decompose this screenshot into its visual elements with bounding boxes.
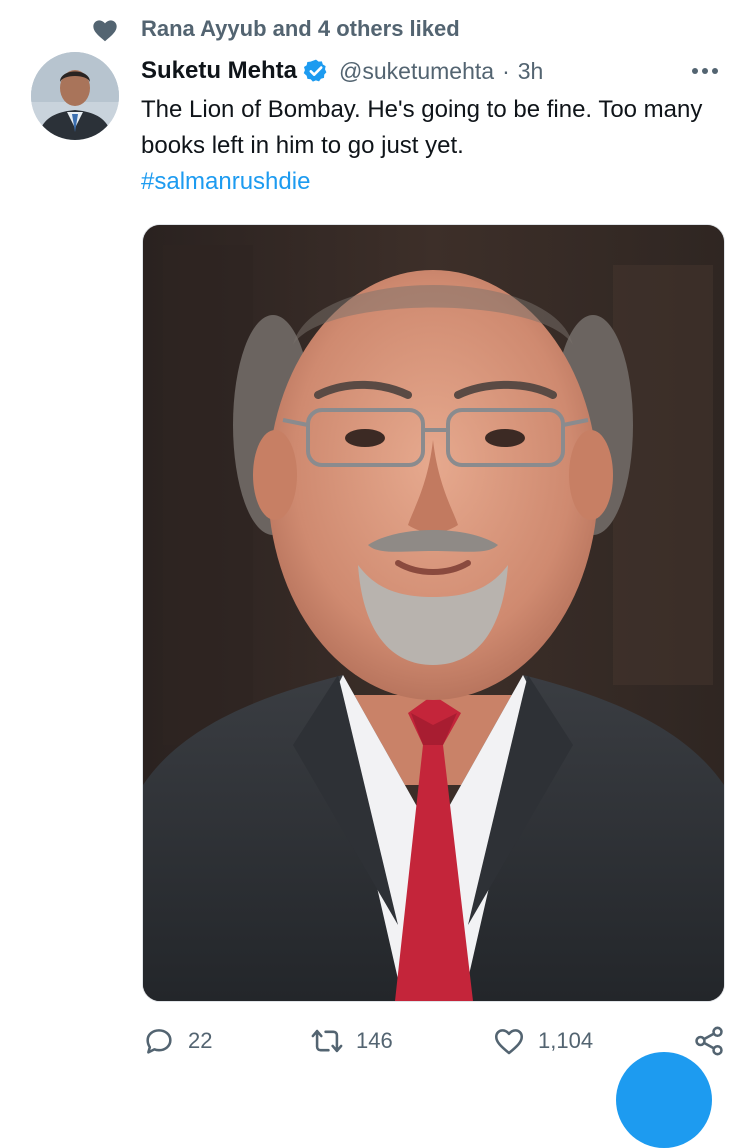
retweet-icon <box>311 1029 343 1053</box>
tweet-photo[interactable] <box>142 224 725 1002</box>
retweet-count: 146 <box>356 1028 393 1053</box>
tweet-text-block: The Lion of Bombay. He's going to be fin… <box>141 92 721 200</box>
timestamp[interactable]: 3h <box>518 58 544 85</box>
display-name[interactable]: Suketu Mehta <box>141 57 297 85</box>
share-button[interactable] <box>692 1024 726 1058</box>
tweet-text: The Lion of Bombay. He's going to be fin… <box>141 96 703 159</box>
hashtag-link[interactable]: #salmanrushdie <box>141 164 721 200</box>
avatar[interactable] <box>31 52 119 140</box>
heart-outline-icon <box>494 1029 524 1055</box>
reply-count: 22 <box>188 1028 213 1053</box>
social-context-text[interactable]: Rana Ayyub and 4 others liked <box>141 16 460 42</box>
tweet-header: Suketu Mehta @suketumehta · 3h <box>141 54 735 88</box>
separator-dot: · <box>502 57 510 84</box>
heart-icon <box>93 20 117 42</box>
verified-badge-icon <box>303 59 327 82</box>
like-button[interactable]: 1,104 <box>492 1024 593 1058</box>
like-count: 1,104 <box>538 1028 594 1053</box>
compose-tweet-button[interactable] <box>616 1052 712 1148</box>
reply-button[interactable]: 22 <box>142 1024 212 1058</box>
retweet-button[interactable]: 146 <box>310 1024 393 1058</box>
share-icon <box>695 1026 723 1056</box>
portrait-photo <box>143 225 724 1001</box>
author-handle[interactable]: @suketumehta <box>339 58 494 85</box>
reply-icon <box>146 1029 172 1054</box>
more-options-button[interactable] <box>685 54 725 88</box>
more-dots-icon <box>692 68 718 74</box>
